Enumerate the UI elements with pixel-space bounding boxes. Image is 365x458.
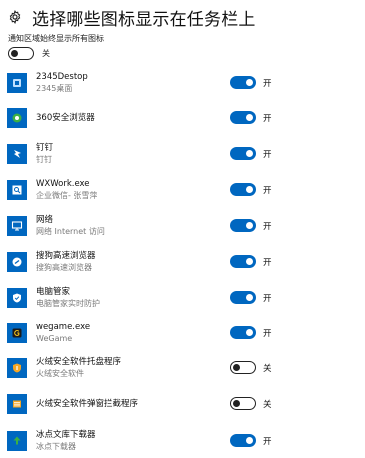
shield-icon xyxy=(7,288,27,308)
app-toggle[interactable] xyxy=(230,111,256,124)
app-subtitle: 火绒安全软件 xyxy=(36,369,84,378)
app-name: 360安全浏览器 xyxy=(36,112,95,123)
app-toggle[interactable] xyxy=(230,76,256,89)
app-toggle-state: 关 xyxy=(263,400,272,410)
app-toggle-state: 开 xyxy=(263,150,272,160)
app-toggle-state: 关 xyxy=(263,364,272,374)
app-subtitle: 搜狗高速浏览器 xyxy=(36,263,92,272)
toggle-knob xyxy=(246,149,253,157)
app-row-dingtalk: 钉钉 钉钉 开 xyxy=(7,141,357,167)
app-toggle[interactable] xyxy=(230,183,256,196)
toggle-knob xyxy=(11,49,18,57)
app-name: 火绒安全软件弹窗拦截程序 xyxy=(36,398,139,409)
app-subtitle: 2345桌面 xyxy=(36,84,73,93)
huorong-popup-icon xyxy=(7,394,27,414)
app-toggle-state: 开 xyxy=(263,329,272,339)
sogou-browser-icon xyxy=(7,252,27,272)
app-toggle[interactable] xyxy=(230,219,256,232)
always-show-toggle[interactable] xyxy=(8,47,34,60)
app-row-bingdian: 冰点文库下载器 冰点下载器 开 xyxy=(7,428,357,454)
download-icon xyxy=(7,431,27,451)
toggle-knob xyxy=(233,399,240,407)
app-name: 冰点文库下载器 xyxy=(36,430,96,440)
app-name: 搜狗高速浏览器 xyxy=(36,251,96,261)
huorong-tray-icon xyxy=(7,358,27,378)
browser-360-icon xyxy=(7,108,27,128)
wegame-icon xyxy=(7,323,27,343)
app-toggle-state: 开 xyxy=(263,258,272,268)
app-toggle[interactable] xyxy=(230,291,256,304)
toggle-knob xyxy=(246,78,253,86)
toggle-knob xyxy=(233,363,240,371)
always-show-row: 关 xyxy=(8,47,50,60)
app-subtitle: WeGame xyxy=(36,334,73,343)
app-name: WXWork.exe xyxy=(36,179,90,189)
app-toggle-state: 开 xyxy=(263,186,272,196)
toggle-knob xyxy=(246,257,253,265)
app-name: 电脑管家 xyxy=(36,287,71,297)
app-toggle-state: 开 xyxy=(263,114,272,124)
app-toggle[interactable] xyxy=(230,147,256,160)
always-show-state: 关 xyxy=(42,49,50,58)
app-subtitle: 网络 Internet 访问 xyxy=(36,227,105,236)
app-subtitle: 冰点下载器 xyxy=(36,442,76,451)
app-row-2345destop: 2345Destop 2345桌面 开 xyxy=(7,70,357,96)
toggle-knob xyxy=(246,436,253,444)
app-row-wegame: wegame.exe WeGame 开 xyxy=(7,320,357,346)
dingtalk-icon xyxy=(7,144,27,164)
app-row-wxwork: WXWork.exe 企业微信- 张雪萍 开 xyxy=(7,177,357,203)
app-row-pc-manager: 电脑管家电脑管家实时防护 开 xyxy=(7,285,357,311)
gear-icon xyxy=(6,8,24,26)
always-show-label: 通知区域始终显示所有图标 xyxy=(8,34,104,43)
app-subtitle: 企业微信- 张雪萍 xyxy=(36,191,98,200)
toggle-knob xyxy=(246,221,253,229)
toggle-knob xyxy=(246,113,253,121)
app-toggle-state: 开 xyxy=(263,294,272,304)
app-name: 网络 xyxy=(36,215,54,225)
app-row-360-browser: 360安全浏览器 开 xyxy=(7,105,357,131)
app-name: wegame.exe xyxy=(36,322,91,332)
app-toggle-state: 开 xyxy=(263,79,272,89)
app-row-sogou: 搜狗高速浏览器 搜狗高速浏览器 开 xyxy=(7,249,357,275)
app-subtitle: 电脑管家实时防护 xyxy=(36,299,100,308)
app-toggle[interactable] xyxy=(230,326,256,339)
app-row-huorong-tray: 火绒安全软件托盘程序 火绒安全软件 关 xyxy=(7,355,357,381)
app-name: 2345Destop xyxy=(36,72,88,82)
app-toggle-state: 开 xyxy=(263,222,272,232)
page-header: 选择哪些图标显示在任务栏上 xyxy=(6,4,256,30)
page-title: 选择哪些图标显示在任务栏上 xyxy=(32,9,256,30)
app-toggle[interactable] xyxy=(230,255,256,268)
app-name: 钉钉 xyxy=(36,143,54,153)
toggle-knob xyxy=(246,185,253,193)
app-toggle[interactable] xyxy=(230,434,256,447)
app-row-huorong-popup: 火绒安全软件弹窗拦截程序 关 xyxy=(7,391,357,417)
app-row-network: 网络网络 Internet 访问 开 xyxy=(7,213,357,239)
network-icon xyxy=(7,216,27,236)
desktop-app-icon xyxy=(7,73,27,93)
app-toggle[interactable] xyxy=(230,361,256,374)
app-name: 火绒安全软件托盘程序 xyxy=(36,357,122,367)
wxwork-icon xyxy=(7,180,27,200)
app-toggle-state: 开 xyxy=(263,437,272,447)
app-subtitle: 钉钉 xyxy=(36,155,52,164)
toggle-knob xyxy=(246,328,253,336)
app-toggle[interactable] xyxy=(230,397,256,410)
toggle-knob xyxy=(246,293,253,301)
